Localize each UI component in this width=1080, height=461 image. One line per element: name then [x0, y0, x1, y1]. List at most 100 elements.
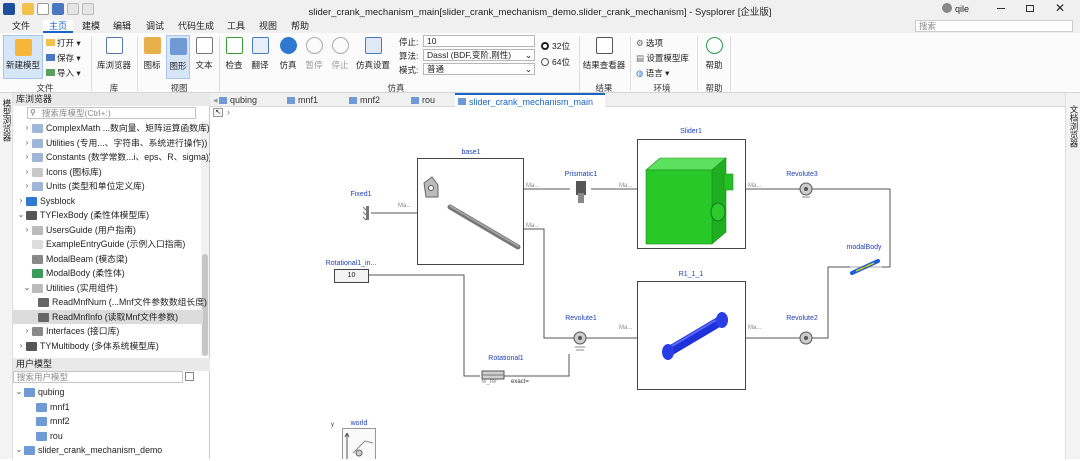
chevron-right-icon[interactable]: ›	[23, 150, 31, 165]
document-browser-tab[interactable]: 文档浏览器	[1068, 105, 1080, 148]
menu-codegen[interactable]: 代码生成	[175, 20, 217, 33]
menu-modeling[interactable]: 建模	[79, 20, 103, 33]
chevron-right-icon[interactable]: ›	[23, 223, 31, 238]
chevron-right-icon[interactable]: ›	[23, 121, 31, 136]
base1-block[interactable]	[417, 158, 524, 265]
library-tree-item[interactable]: ⌄ TYFlexBody (柔性体模型库)	[13, 208, 203, 223]
menu-tools[interactable]: 工具	[224, 20, 248, 33]
library-tree-item[interactable]: › Utilities (专用...、字符串、系统进行操作))	[13, 136, 207, 151]
help-icon	[705, 37, 723, 54]
user-model-item[interactable]: rou	[13, 429, 203, 444]
library-tree-item[interactable]: › Sysblock	[13, 194, 203, 209]
fixed1-block[interactable]	[362, 204, 372, 222]
help-button[interactable]: 帮助	[702, 37, 726, 71]
globe-icon: ◍	[636, 68, 644, 78]
filter-icon[interactable]	[185, 372, 194, 381]
library-tree-item[interactable]: ModalBeam (模态梁)	[13, 252, 203, 267]
tab-mnf2[interactable]: mnf2	[346, 93, 406, 107]
revolute3-block[interactable]	[790, 179, 822, 203]
prismatic1-block[interactable]	[571, 179, 591, 207]
simulate-button[interactable]: 仿真	[276, 37, 300, 71]
rotational1-in-block[interactable]: 10	[334, 269, 369, 283]
tab-mnf1[interactable]: mnf1	[284, 93, 344, 107]
bit32-radio[interactable]: 32位	[541, 40, 570, 52]
library-tree-item[interactable]: › Units (类型和单位定义库)	[13, 179, 203, 194]
pointer-tool-icon[interactable]: ↖	[213, 108, 223, 117]
revolute1-block[interactable]	[564, 325, 596, 353]
sim-settings-button[interactable]: 仿真设置	[354, 37, 392, 71]
library-tree-item[interactable]: › Icons (图标库)	[13, 165, 203, 180]
icon-view-button[interactable]: 图标	[140, 37, 164, 71]
tab-slider-crank-mechanism-main[interactable]: slider_crank_mechanism_main	[455, 93, 605, 107]
menu-file[interactable]: 文件	[9, 20, 33, 33]
library-tree-item[interactable]: ModalBody (柔性体)	[13, 266, 203, 281]
algorithm-select[interactable]: Dassl (BDF,变阶,刚性) ⌄	[423, 49, 535, 61]
global-search-input[interactable]: 搜索	[915, 20, 1073, 32]
import-button[interactable]: 导入 ▾	[46, 67, 81, 79]
revolute2-block[interactable]	[790, 325, 822, 349]
user-model-item[interactable]: ⌄ qubing	[13, 385, 203, 400]
user-model-item[interactable]: ⌄ slider_crank_mechanism_demo	[13, 443, 203, 458]
chevron-down-icon[interactable]: ⌄	[15, 385, 23, 400]
chevron-right-icon[interactable]: ›	[23, 165, 31, 180]
chevron-down-icon[interactable]: ⌄	[15, 443, 23, 458]
check-button[interactable]: 检查	[222, 37, 246, 71]
library-tree-item[interactable]: ExampleEntryGuide (示例入口指南)	[13, 237, 203, 252]
modalbody-label: modalBody	[846, 244, 882, 251]
tab-rou[interactable]: rou	[408, 93, 452, 107]
library-tree-item[interactable]: ReadMnfNum (...Mnf文件参数数组长度)	[13, 295, 207, 310]
user-search-input[interactable]: 搜索用户模型	[13, 371, 183, 383]
separator	[730, 36, 731, 91]
bit64-radio[interactable]: 64位	[541, 56, 570, 68]
set-library-button[interactable]: ▤ 设置模型库	[636, 52, 689, 64]
menu-view[interactable]: 视图	[256, 20, 280, 33]
user-name[interactable]: qile	[955, 4, 969, 14]
options-button[interactable]: ⚙ 选项	[636, 37, 663, 49]
diagram-view-button[interactable]: 图形	[166, 35, 190, 79]
menu-edit[interactable]: 编辑	[110, 20, 134, 33]
mode-select[interactable]: 普通 ⌄	[423, 63, 535, 75]
world-block[interactable]	[342, 428, 376, 459]
chevron-down-icon[interactable]: ⌄	[23, 281, 31, 296]
restore-icon[interactable]	[1026, 5, 1034, 12]
text-view-button[interactable]: 文本	[192, 37, 216, 71]
r1-block[interactable]	[637, 281, 746, 390]
user-model-item[interactable]: mnf1	[13, 400, 203, 415]
open-button[interactable]: 打开 ▾	[46, 37, 81, 49]
save-button[interactable]: 保存 ▾	[46, 52, 81, 64]
library-tree-item[interactable]: ReadMnfInfo (读取Mnf文件参数)	[13, 309, 203, 324]
close-icon[interactable]: ✕	[1055, 1, 1065, 15]
library-tree-item[interactable]: › ComplexMath ...数向量、矩阵运算函数库)	[13, 121, 210, 136]
chevron-down-icon[interactable]: ⌄	[17, 208, 25, 223]
chevron-right-icon[interactable]: ›	[23, 324, 31, 339]
user-model-item[interactable]: mnf2	[13, 414, 203, 429]
model-browser-tab[interactable]: 模型浏览器	[1, 99, 13, 142]
library-tree-item[interactable]: › Interfaces (接口库)	[13, 324, 203, 339]
menu-help[interactable]: 帮助	[288, 20, 312, 33]
stop-button[interactable]: 停止	[328, 37, 352, 71]
result-viewer-button[interactable]: 结果查看器	[582, 37, 626, 71]
library-tree-item[interactable]: › Constants (数学常数...i、eps、R、sigma))	[13, 150, 212, 165]
chevron-right-icon[interactable]: ›	[23, 136, 31, 151]
chevron-right-icon[interactable]: ›	[23, 179, 31, 194]
chevron-right-icon[interactable]: ›	[17, 194, 25, 209]
diagram-canvas[interactable]: base1 Ma... Ma... Ma... Fixed1 Prismatic…	[210, 119, 1065, 459]
library-search-input[interactable]: 搜索库模型(Ctrl+:)	[27, 107, 196, 119]
slider1-block[interactable]	[637, 139, 746, 249]
minimize-icon[interactable]	[997, 8, 1005, 9]
pause-button[interactable]: 暂停	[302, 37, 326, 71]
translate-button[interactable]: 翻译	[248, 37, 272, 71]
menu-home[interactable]: 主页	[43, 20, 74, 33]
library-tree-item[interactable]: › UsersGuide (用户指南)	[13, 223, 203, 238]
new-model-button[interactable]: 新建模型	[3, 35, 43, 79]
modalbody-block[interactable]	[848, 255, 882, 279]
tab-qubing[interactable]: qubing	[216, 93, 282, 107]
chevron-right-icon[interactable]: ›	[17, 339, 25, 354]
language-button[interactable]: ◍ 语言 ▾	[636, 67, 669, 79]
library-tree-item[interactable]: ⌄ Utilities (实用组件)	[13, 281, 203, 296]
stop-time-input[interactable]: 10	[423, 35, 535, 47]
library-browser-button[interactable]: 库浏览器	[95, 37, 133, 71]
menu-debug[interactable]: 调试	[143, 20, 167, 33]
user-avatar-icon[interactable]	[942, 3, 952, 13]
library-tree-item[interactable]: › TYMultibody (多体系统模型库)	[13, 339, 203, 354]
